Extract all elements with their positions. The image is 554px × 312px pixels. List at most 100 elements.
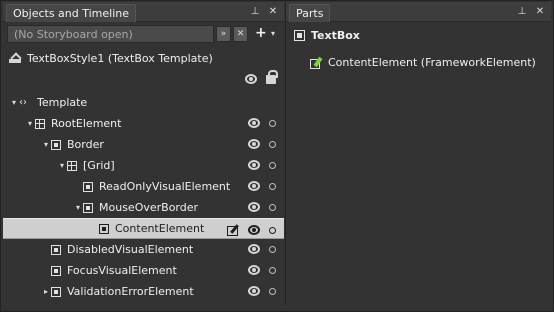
parts-tab-icons: ⊥ ✕ xyxy=(517,6,545,17)
visibility-icon[interactable] xyxy=(248,139,260,149)
template-scope-header[interactable]: TextBoxStyle1 (TextBox Template) xyxy=(9,52,213,65)
tree-row-label: ValidationErrorElement xyxy=(67,285,194,298)
tree-row-contentelement[interactable]: ContentElement xyxy=(3,218,284,239)
row-icons xyxy=(227,224,276,236)
lock-toggle-icon[interactable] xyxy=(269,266,276,274)
code-icon: ‹› xyxy=(19,96,27,108)
parts-panel: Parts ⊥ ✕ TextBox ContentElement (Framew… xyxy=(285,2,551,305)
storyboard-options-button[interactable]: ▾ xyxy=(271,27,275,41)
storyboard-close-button[interactable]: ✕ xyxy=(233,26,248,42)
plus-icon: + xyxy=(255,25,267,41)
tree-row-mouseoverborder[interactable]: ▾ MouseOverBorder xyxy=(3,197,284,218)
chevron-down-icon: ▾ xyxy=(271,29,276,38)
textbox-icon xyxy=(294,30,305,41)
close-icon[interactable]: ✕ xyxy=(268,6,278,17)
tree-row-disabledvisualelement[interactable]: DisabledVisualElement xyxy=(3,239,284,260)
row-icons xyxy=(248,202,276,212)
tree-row-focusvisualelement[interactable]: FocusVisualElement xyxy=(3,260,284,281)
element-icon xyxy=(51,286,61,297)
row-icons xyxy=(248,244,276,254)
tree-row-validationerrorelement[interactable]: ▸ ValidationErrorElement xyxy=(3,281,284,302)
tab-parts[interactable]: Parts xyxy=(289,4,331,22)
expand-icon[interactable]: ▸ xyxy=(41,287,51,296)
lock-header-icon[interactable] xyxy=(266,69,278,84)
tree-row-readonlyvisualelement[interactable]: ReadOnlyVisualElement xyxy=(3,176,284,197)
expand-icon[interactable]: ▾ xyxy=(25,119,35,128)
expand-icon[interactable]: ▾ xyxy=(57,161,67,170)
visibility-header-icon[interactable] xyxy=(245,74,257,84)
tree-row-label: [Grid] xyxy=(83,159,115,172)
visibility-icon[interactable] xyxy=(248,181,260,191)
tree-row-label: DisabledVisualElement xyxy=(67,243,194,256)
element-icon xyxy=(99,223,109,234)
element-icon xyxy=(51,244,61,255)
pin-icon[interactable]: ⊥ xyxy=(517,6,527,17)
tree-row-label: ContentElement xyxy=(115,222,205,235)
double-chevron-down-icon: » xyxy=(220,29,227,39)
row-icons xyxy=(248,181,276,191)
lock-toggle-icon[interactable] xyxy=(269,245,276,253)
parts-type-header: TextBox xyxy=(294,29,360,42)
window-frame: Objects and Timeline ⊥ ✕ (No Storyboard … xyxy=(0,0,554,312)
element-icon xyxy=(51,139,61,150)
tree-row-label: Template xyxy=(37,96,88,109)
tree-row-label: ReadOnlyVisualElement xyxy=(99,180,231,193)
grid-icon xyxy=(35,118,45,129)
row-icons xyxy=(248,139,276,149)
expand-icon[interactable]: ▾ xyxy=(9,98,19,107)
close-icon[interactable]: ✕ xyxy=(535,6,545,17)
row-icons xyxy=(248,118,276,128)
element-icon xyxy=(83,202,93,213)
tree-row-grid[interactable]: ▾ [Grid] xyxy=(3,155,284,176)
tree-row-label: Border xyxy=(67,138,104,151)
objects-and-timeline-panel: Objects and Timeline ⊥ ✕ (No Storyboard … xyxy=(3,2,284,305)
new-storyboard-button[interactable]: + xyxy=(255,25,267,42)
lock-toggle-icon[interactable] xyxy=(269,203,276,211)
visibility-icon[interactable] xyxy=(248,265,260,275)
part-item-contentelement[interactable]: ContentElement (FrameworkElement) xyxy=(310,56,536,69)
row-icons xyxy=(248,265,276,275)
objects-tab-icons: ⊥ ✕ xyxy=(250,6,278,17)
lock-toggle-icon[interactable] xyxy=(269,226,276,234)
visibility-icon[interactable] xyxy=(248,244,260,254)
close-icon: ✕ xyxy=(236,29,245,39)
visibility-icon[interactable] xyxy=(248,202,260,212)
tab-objects-and-timeline[interactable]: Objects and Timeline xyxy=(6,4,137,22)
visibility-icon[interactable] xyxy=(248,160,260,170)
lock-toggle-icon[interactable] xyxy=(269,161,276,169)
tree-row-label: MouseOverBorder xyxy=(99,201,199,214)
edit-part-icon[interactable] xyxy=(227,224,239,236)
expand-icon[interactable]: ▾ xyxy=(41,140,51,149)
tree-row-label: RootElement xyxy=(51,117,122,130)
tree-row-border[interactable]: ▾ Border xyxy=(3,134,284,155)
expand-icon[interactable]: ▾ xyxy=(73,203,83,212)
row-icons xyxy=(248,160,276,170)
tree-row-label: FocusVisualElement xyxy=(67,264,177,277)
lock-toggle-icon[interactable] xyxy=(269,119,276,127)
element-icon xyxy=(51,265,61,276)
pin-icon[interactable]: ⊥ xyxy=(250,6,260,17)
visibility-icon[interactable] xyxy=(248,118,260,128)
part-item-label: ContentElement (FrameworkElement) xyxy=(328,56,536,69)
lock-toggle-icon[interactable] xyxy=(269,182,276,190)
parts-tabbar: Parts ⊥ ✕ xyxy=(286,2,551,22)
element-icon xyxy=(83,181,93,192)
tree-row-rootelement[interactable]: ▾ RootElement xyxy=(3,113,284,134)
lock-toggle-icon[interactable] xyxy=(269,287,276,295)
lock-toggle-icon[interactable] xyxy=(269,140,276,148)
row-icons xyxy=(248,286,276,296)
storyboard-picker[interactable]: (No Storyboard open) xyxy=(7,25,214,43)
visibility-icon[interactable] xyxy=(248,286,260,296)
column-header-icons xyxy=(245,69,278,84)
objects-tabbar: Objects and Timeline ⊥ ✕ xyxy=(3,2,284,22)
part-assigned-icon xyxy=(310,57,322,69)
parts-type-title: TextBox xyxy=(311,29,360,42)
object-tree: ▾ ‹› Template ▾ RootElement ▾ Border ▾ [… xyxy=(3,92,284,302)
visibility-icon[interactable] xyxy=(248,225,260,235)
template-scope-label: TextBoxStyle1 (TextBox Template) xyxy=(27,52,213,65)
grid-icon xyxy=(67,160,77,171)
tree-row-template[interactable]: ▾ ‹› Template xyxy=(3,92,284,113)
storyboard-expand-button[interactable]: » xyxy=(216,26,231,42)
scope-up-icon[interactable] xyxy=(9,54,21,64)
storyboard-bar: (No Storyboard open) » ✕ + ▾ xyxy=(7,25,280,43)
